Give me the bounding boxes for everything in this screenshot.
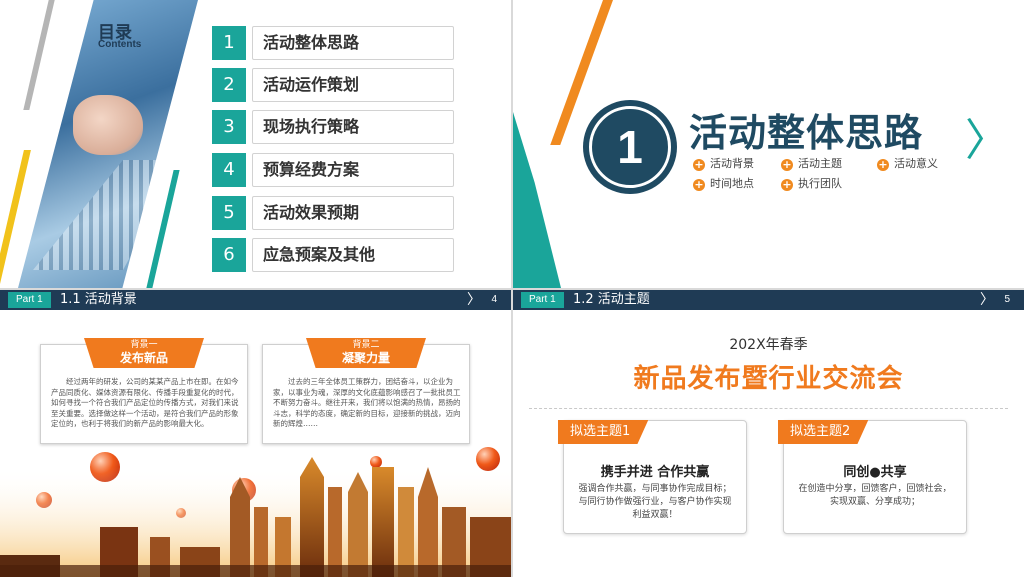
toc-number: 4 <box>212 153 246 187</box>
decor-gray-bar <box>23 0 55 110</box>
theme-tab: 拟选主题1 <box>558 420 649 444</box>
theme-heading: 携手并进 合作共赢 <box>600 465 710 480</box>
toc-item-2[interactable]: 2 活动运作策划 <box>212 68 454 102</box>
section-point-1: + 活动背景 <box>693 157 754 171</box>
part-header-bar: Part 1 1.2 活动主题 〉 5 <box>513 290 1024 310</box>
toc-item-6[interactable]: 6 应急预案及其他 <box>212 238 454 272</box>
toc-number: 3 <box>212 110 246 144</box>
toc-number: 6 <box>212 238 246 272</box>
slide-background[interactable]: Part 1 1.1 活动背景 〉 4 经过两年的研发，公司的某某产品上市在即。… <box>0 290 511 577</box>
theme-description: 强调合作共赢，与同事协作完成目标；与同行协作做强行业，与客户协作实现利益双赢！ <box>578 484 732 520</box>
decor-teal-bar <box>146 170 180 288</box>
toc-label: 应急预案及其他 <box>252 238 454 272</box>
point-label: 活动意义 <box>894 157 938 170</box>
event-title: 新品发布暨行业交流会 <box>633 364 904 394</box>
plus-icon: + <box>781 178 793 191</box>
plus-icon: + <box>693 158 705 171</box>
plus-icon: + <box>877 158 889 171</box>
section-title: 活动整体思路 <box>689 111 924 155</box>
theme-card-1: 拟选主题1 携手并进 合作共赢 强调合作共赢，与同事协作完成目标；与同行协作做强… <box>558 420 747 534</box>
section-number: 1 <box>589 106 671 188</box>
toc-label: 活动整体思路 <box>252 26 454 60</box>
chevron-right-icon: 〉 <box>980 292 994 308</box>
city-skyline-image <box>0 457 511 577</box>
dashed-divider <box>529 408 1008 409</box>
point-label: 时间地点 <box>710 177 754 190</box>
page-number: 4 <box>491 294 497 305</box>
slide-contents[interactable]: 目录 Contents 1 活动整体思路 2 活动运作策划 3 现场执行策略 4… <box>0 0 511 288</box>
event-season: 202X年春季 <box>729 337 808 353</box>
tab-big-label: 凝聚力量 <box>341 351 390 365</box>
toc-label: 活动效果预期 <box>252 196 454 230</box>
part-title: 1.1 活动背景 <box>60 292 137 307</box>
toc-number: 5 <box>212 196 246 230</box>
theme-heading: 同创●共享 <box>843 465 907 480</box>
tab-small-label: 背景一 <box>130 340 158 350</box>
card-tab-1: 背景一 发布新品 <box>84 338 204 368</box>
toc-label: 活动运作策划 <box>252 68 454 102</box>
part-header-bar: Part 1 1.1 活动背景 〉 4 <box>0 290 511 310</box>
hand-image <box>73 95 143 155</box>
toc-number: 1 <box>212 26 246 60</box>
slide-section-1[interactable]: 1 活动整体思路 〉 + 活动背景 + 活动主题 + 活动意义 + 时间地点 + 执行团队 <box>513 0 1024 288</box>
section-point-3: + 活动意义 <box>877 157 938 171</box>
card-tab-2: 背景二 凝聚力量 <box>306 338 426 368</box>
section-point-2: + 活动主题 <box>781 157 842 171</box>
toc-item-4[interactable]: 4 预算经费方案 <box>212 153 454 187</box>
chevron-right-icon: 〉 <box>467 292 481 308</box>
tab-big-label: 发布新品 <box>119 351 168 365</box>
part-title: 1.2 活动主题 <box>573 292 650 307</box>
plus-icon: + <box>693 178 705 191</box>
part-tag: Part 1 <box>8 292 51 308</box>
point-label: 活动背景 <box>710 157 754 170</box>
toc-subtitle: Contents <box>98 39 142 50</box>
point-label: 活动主题 <box>798 157 842 170</box>
section-point-4: + 时间地点 <box>693 177 754 191</box>
toc-item-5[interactable]: 5 活动效果预期 <box>212 196 454 230</box>
theme-card-2: 拟选主题2 同创●共享 在创造中分享，回馈客户，回馈社会，实现双赢、分享成功； <box>778 420 967 534</box>
toc-number: 2 <box>212 68 246 102</box>
chevron-right-icon: 〉 <box>965 115 1009 166</box>
tab-small-label: 背景二 <box>352 340 380 350</box>
point-label: 执行团队 <box>798 177 842 190</box>
slide-theme[interactable]: Part 1 1.2 活动主题 〉 5 202X年春季 新品发布暨行业交流会 拟… <box>513 290 1024 577</box>
section-point-5: + 执行团队 <box>781 177 842 191</box>
toc-label: 预算经费方案 <box>252 153 454 187</box>
part-tag: Part 1 <box>521 292 564 308</box>
card-text: 过去的三年全体员工策群力，团结奋斗，以企业为家，以事业为魂，深厚的文化底蕴影响感… <box>273 377 461 428</box>
toc-item-1[interactable]: 1 活动整体思路 <box>212 26 454 60</box>
toc-label: 现场执行策略 <box>252 110 454 144</box>
page-number: 5 <box>1004 294 1010 305</box>
card-text: 经过两年的研发，公司的某某产品上市在即。在如今产品同质化、媒体资源有限化、传播手… <box>51 377 239 428</box>
theme-tab: 拟选主题2 <box>778 420 869 444</box>
theme-description: 在创造中分享，回馈客户，回馈社会，实现双赢、分享成功； <box>798 484 952 507</box>
plus-icon: + <box>781 158 793 171</box>
keyboard-image <box>33 160 183 270</box>
toc-item-3[interactable]: 3 现场执行策略 <box>212 110 454 144</box>
